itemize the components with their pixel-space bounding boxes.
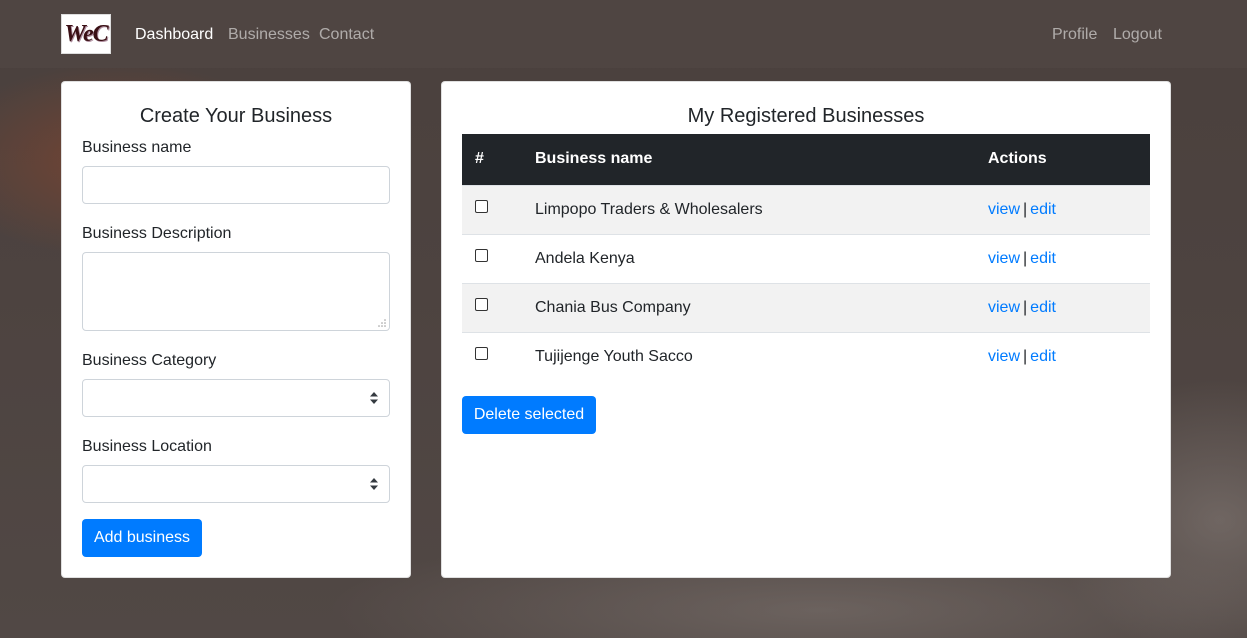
- businesses-table: # Business name Actions Limpopo Traders …: [462, 134, 1150, 381]
- row-checkbox[interactable]: [475, 248, 488, 262]
- table-header-row: # Business name Actions: [462, 134, 1150, 185]
- nav-contact[interactable]: Contact: [319, 24, 374, 46]
- business-name-input[interactable]: [82, 166, 390, 204]
- delete-selected-button[interactable]: Delete selected: [462, 396, 596, 434]
- edit-link[interactable]: edit: [1030, 348, 1056, 365]
- business-description-label: Business Description: [82, 225, 232, 242]
- view-link[interactable]: view: [988, 299, 1020, 316]
- column-header-number: #: [475, 150, 484, 168]
- table-row: Tujijenge Youth Sacco view | edit: [462, 332, 1150, 381]
- business-description-textarea[interactable]: [82, 252, 390, 331]
- column-header-business-name: Business name: [535, 150, 653, 168]
- business-name-label: Business name: [82, 139, 192, 156]
- brand-logo[interactable]: WeC: [61, 14, 111, 54]
- actions-cell: view | edit: [988, 234, 1150, 283]
- business-location-select[interactable]: [82, 465, 390, 503]
- business-location-label: Business Location: [82, 438, 212, 455]
- table-row: Chania Bus Company view | edit: [462, 283, 1150, 332]
- select-arrows-icon: [370, 392, 378, 404]
- add-business-button[interactable]: Add business: [82, 519, 202, 557]
- logo-text: WeC: [64, 20, 108, 47]
- row-checkbox[interactable]: [475, 297, 488, 311]
- row-checkbox[interactable]: [475, 347, 488, 361]
- view-link[interactable]: view: [988, 250, 1020, 267]
- registered-businesses-card: My Registered Businesses # Business name…: [441, 81, 1171, 578]
- action-separator: |: [1023, 200, 1028, 218]
- nav-businesses[interactable]: Businesses: [228, 24, 310, 46]
- table-row: Limpopo Traders & Wholesalers view | edit: [462, 185, 1150, 234]
- business-category-label: Business Category: [82, 352, 217, 369]
- edit-link[interactable]: edit: [1030, 299, 1056, 316]
- business-name-cell: Andela Kenya: [535, 249, 635, 267]
- nav-dashboard[interactable]: Dashboard: [135, 24, 213, 46]
- nav-logout[interactable]: Logout: [1113, 24, 1162, 46]
- create-business-card: Create Your Business Business name Busin…: [61, 81, 411, 578]
- business-name-cell: Limpopo Traders & Wholesalers: [535, 200, 763, 218]
- registered-businesses-title: My Registered Businesses: [687, 105, 925, 127]
- action-separator: |: [1023, 298, 1028, 316]
- business-name-cell: Tujijenge Youth Sacco: [535, 347, 693, 365]
- select-arrows-icon: [370, 478, 378, 490]
- actions-cell: view | edit: [988, 283, 1150, 332]
- nav-profile[interactable]: Profile: [1052, 24, 1097, 46]
- business-name-cell: Chania Bus Company: [535, 298, 691, 316]
- view-link[interactable]: view: [988, 348, 1020, 365]
- action-separator: |: [1023, 249, 1028, 267]
- edit-link[interactable]: edit: [1030, 250, 1056, 267]
- resize-grip-icon[interactable]: [378, 319, 386, 327]
- edit-link[interactable]: edit: [1030, 201, 1056, 218]
- action-separator: |: [1023, 347, 1028, 365]
- top-navbar: WeC Dashboard Businesses Contact Profile…: [0, 0, 1247, 68]
- create-business-title: Create Your Business: [139, 105, 333, 127]
- actions-cell: view | edit: [988, 332, 1150, 381]
- view-link[interactable]: view: [988, 201, 1020, 218]
- column-header-actions: Actions: [988, 150, 1047, 168]
- table-row: Andela Kenya view | edit: [462, 234, 1150, 283]
- business-category-select[interactable]: [82, 379, 390, 417]
- row-checkbox[interactable]: [475, 199, 488, 213]
- actions-cell: view | edit: [988, 185, 1150, 234]
